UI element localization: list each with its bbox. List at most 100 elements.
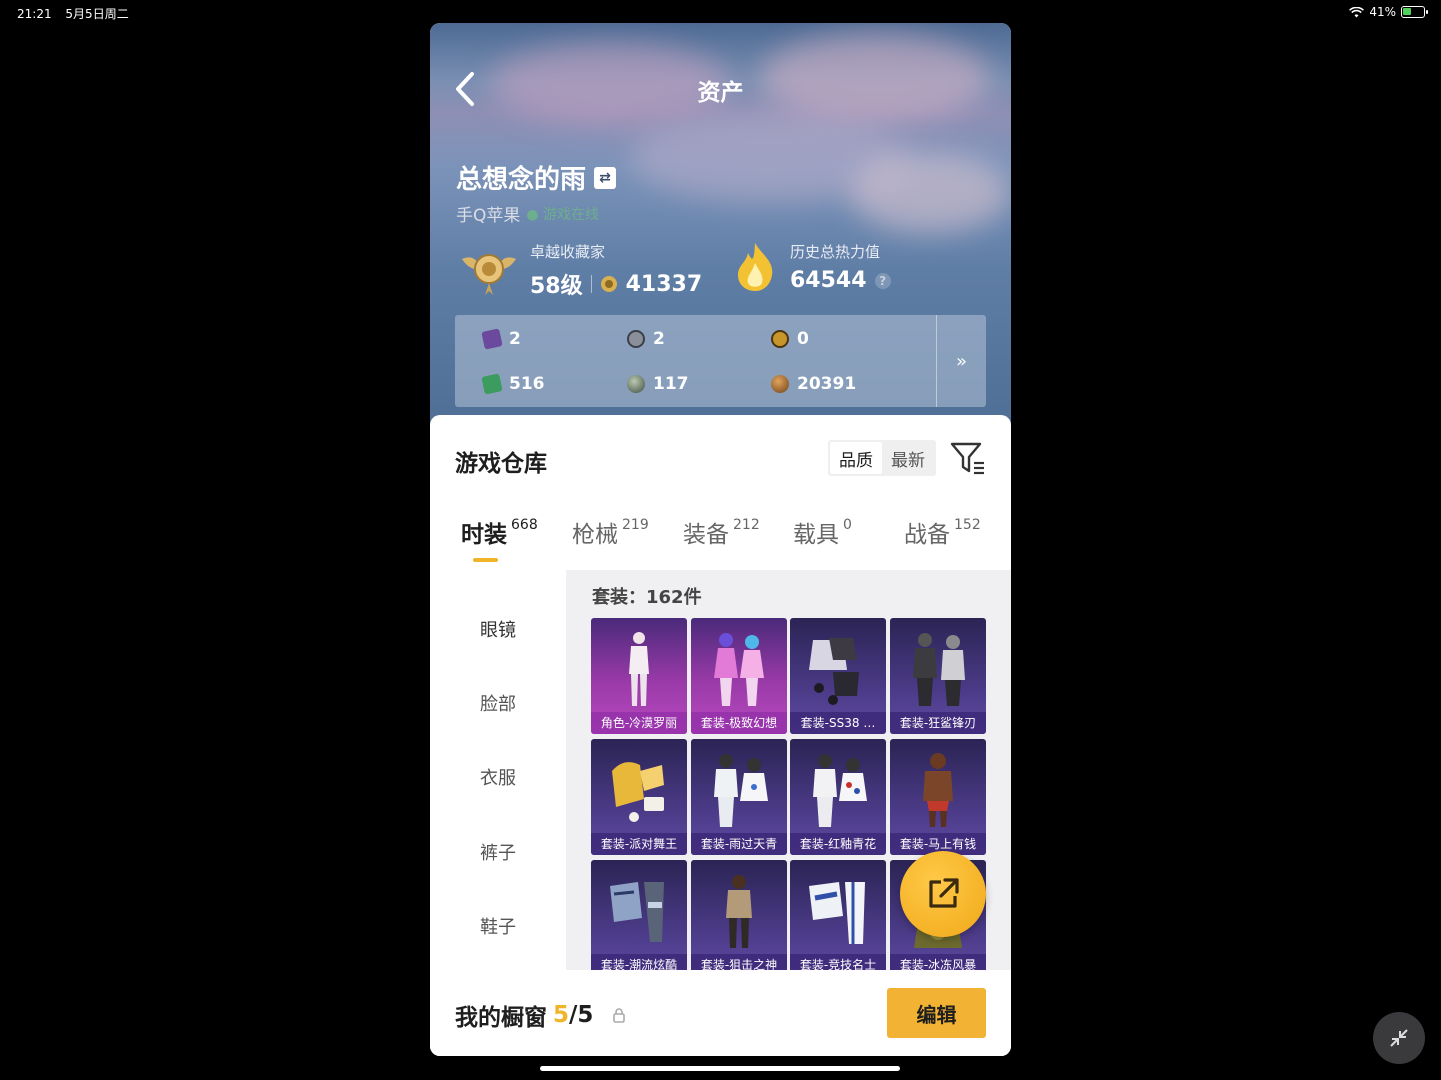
subnav-item-pants[interactable]: 裤子 [430,839,566,865]
item-card[interactable]: 套装-潮流炫酷 [591,860,687,970]
collector-label: 卓越收藏家 [530,243,606,261]
outfit-figure-icon [714,633,764,706]
heat-label: 历史总热力值 [790,243,881,261]
green-card-icon [481,373,503,395]
hero-banner: 资产 总想念的雨 ⇄ 手Q苹果 ● 游戏在线 卓越收藏家 58级 41337 历… [430,23,1011,433]
bronze-coin-icon [771,375,789,393]
username-row: 总想念的雨 ⇄ [456,159,617,196]
active-tab-indicator [473,558,498,562]
outfit-figure-icon [726,875,752,948]
gold-coin-icon [771,330,789,348]
item-name: 套装-冰冻风暴 [890,954,986,970]
external-link-icon [929,878,959,908]
item-card[interactable]: 套装-竞技名士 [790,860,886,970]
tab-fashion[interactable]: 时装 668 [461,515,538,549]
collector-badge-icon [462,254,516,295]
subnav-item-clothes[interactable]: 衣服 [430,764,566,790]
outfit-figure-icon [610,882,664,942]
home-indicator[interactable] [540,1066,900,1071]
item-name: 角色-冷漠罗丽 [591,712,687,734]
sort-quality-button[interactable]: 品质 [830,442,882,474]
item-name: 套装-潮流炫酷 [591,954,687,970]
item-card[interactable]: 套装-极致幻想 [691,618,787,734]
set-count-label: 套装：162件 [592,587,702,608]
item-name: 套装-雨过天青 [691,833,787,855]
filter-icon[interactable] [950,441,986,475]
item-name: 套装-狂鲨锋刃 [890,712,986,734]
username: 总想念的雨 [456,165,587,195]
subnav-item-shoes[interactable]: 鞋子 [430,913,566,939]
item-card[interactable]: 套装-红釉青花 [790,739,886,855]
subcategory-nav: 眼镜 脸部 衣服 裤子 鞋子 [430,575,566,975]
heat-stat[interactable]: 历史总热力值 64544 ? [732,241,891,293]
item-card[interactable]: 套装-狙击之神 [691,860,787,970]
tab-weapons[interactable]: 枪械 219 [572,515,649,549]
item-card[interactable]: 角色-冷漠罗丽 [591,618,687,734]
status-date: 5月5日周二 [65,7,129,21]
currency-item: 117 [627,374,689,394]
category-tabs: 时装 668 枪械 219 装备 212 载具 0 战备 152 [430,515,1011,565]
currency-item: 20391 [771,374,856,394]
asset-app: 资产 总想念的雨 ⇄ 手Q苹果 ● 游戏在线 卓越收藏家 58级 41337 历… [430,23,1011,1056]
item-name: 套装-竞技名士 [790,954,886,970]
currency-item: 2 [481,328,521,350]
sort-newest-button[interactable]: 最新 [882,442,934,474]
outfit-figure-icon [612,762,664,822]
tab-vehicles[interactable]: 载具 0 [793,515,852,549]
warehouse-title: 游戏仓库 [455,451,547,477]
tab-supplies[interactable]: 战备 152 [904,515,981,549]
showcase-total: /5 [569,1002,594,1028]
wifi-icon [1349,6,1365,17]
edit-button[interactable]: 编辑 [887,988,986,1038]
gray-orb-icon [627,375,645,393]
heat-value: 64544 [790,268,867,293]
outfit-figure-icon [813,754,867,827]
outfit-figure-icon [809,638,859,705]
share-button[interactable] [900,851,986,937]
lock-icon [613,1008,626,1023]
subnav-item-face[interactable]: 脸部 [430,690,566,716]
double-chevron-right-icon: » [955,350,967,372]
account-info: 手Q苹果 ● 游戏在线 [456,201,599,226]
silver-coin-icon [627,330,645,348]
item-card[interactable]: 套装-雨过天青 [691,739,787,855]
purple-card-icon [481,328,503,350]
item-name: 套装-SS38 … [790,712,886,734]
sort-toggle: 品质 最新 [828,440,936,476]
platform-label: 手Q苹果 [456,206,521,226]
item-card[interactable]: 套装-马上有钱 [890,739,986,855]
collapse-button[interactable] [1373,1012,1425,1064]
outfit-figure-icon [923,753,953,827]
currency-panel: 2 2 0 516 117 20391 » [455,315,986,407]
item-name: 套装-红釉青花 [790,833,886,855]
help-icon[interactable]: ? [874,272,891,289]
points-coin-icon [600,276,617,292]
subnav-item-glasses[interactable]: 眼镜 [430,616,566,642]
flame-icon [738,243,773,291]
collector-points: 41337 [625,271,703,297]
warehouse-sheet: 游戏仓库 品质 最新 时装 668 枪械 219 装备 212 载具 0 战备 … [430,415,1011,1056]
status-time: 21:21 [17,7,52,21]
switch-account-icon[interactable]: ⇄ [594,166,617,189]
item-card[interactable]: 套装-派对舞王 [591,739,687,855]
showcase-label: 我的橱窗 5/5 [455,998,627,1032]
item-card[interactable]: 套装-狂鲨锋刃 [890,618,986,734]
online-status: ● 游戏在线 [526,206,600,223]
collector-stat[interactable]: 卓越收藏家 58级 41337 [458,241,702,300]
outfit-figure-icon [714,754,768,827]
currency-item: 2 [627,329,665,349]
more-currency-button[interactable]: » [936,315,986,407]
outfit-figure-icon [809,882,865,944]
item-card[interactable]: 套装-SS38 … [790,618,886,734]
collector-level: 58级 [530,274,583,299]
showcase-footer: 我的橱窗 5/5 编辑 [430,970,1011,1056]
outfit-figure-icon [913,633,965,706]
collapse-arrows-icon [1390,1029,1408,1047]
tab-equipment[interactable]: 装备 212 [683,515,760,549]
currency-item: 0 [771,329,809,349]
outfit-figure-icon [629,632,649,706]
currency-item: 516 [481,373,545,395]
battery-percent: 41% [1369,5,1396,19]
battery-icon [1401,6,1428,18]
showcase-current: 5 [553,1002,570,1028]
